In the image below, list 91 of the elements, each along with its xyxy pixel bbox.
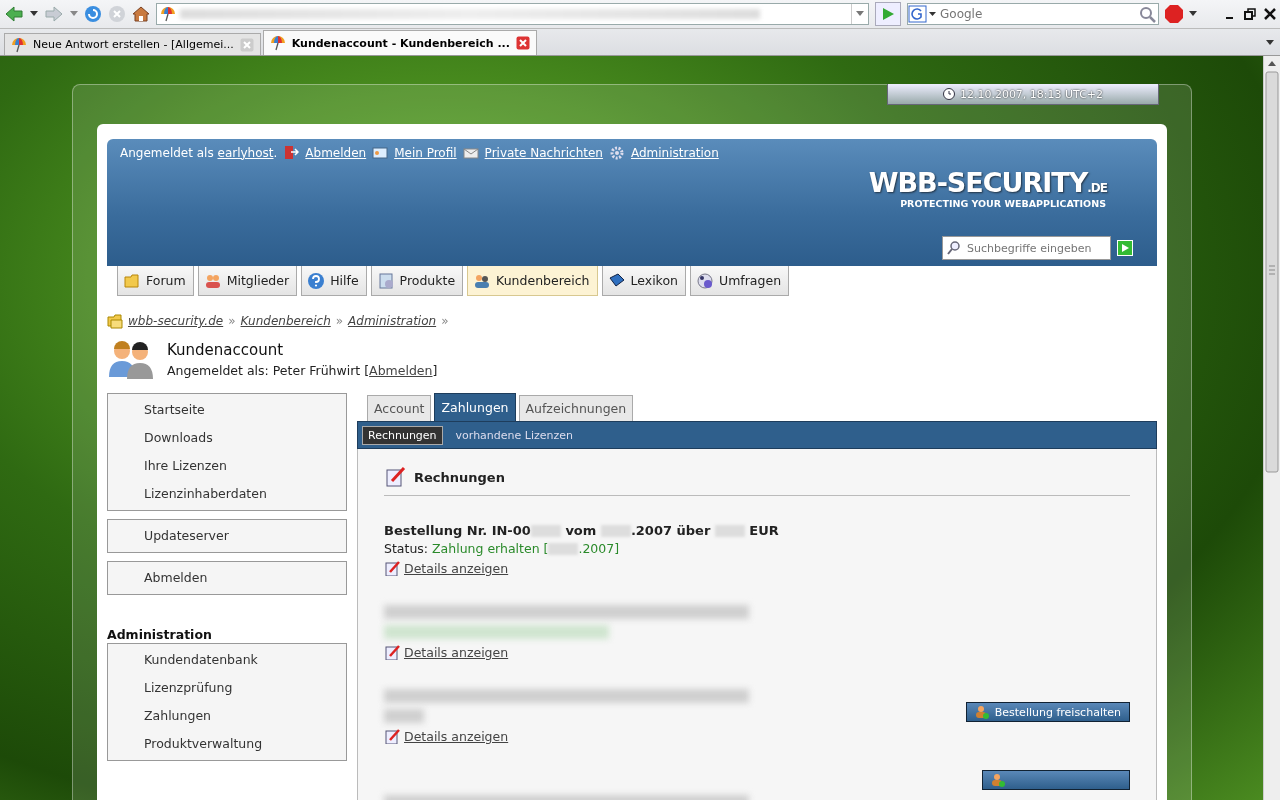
notepad-icon [384, 467, 406, 487]
play-icon [1121, 244, 1129, 252]
browser-tab[interactable]: Kundenaccount - Kundenbereich ... [262, 30, 537, 55]
address-field[interactable] [156, 3, 869, 25]
redacted-text [384, 709, 424, 723]
umbrella-icon [269, 35, 286, 51]
home-icon[interactable] [132, 5, 150, 23]
sidebar-item[interactable]: Abmelden [108, 564, 346, 592]
nav-tab[interactable]: Umfragen [690, 266, 790, 296]
sidebar-item[interactable]: Zahlungen [108, 702, 346, 730]
tab[interactable]: Aufzeichnungen [518, 395, 634, 421]
notepad-icon [384, 560, 400, 576]
redacted-text [600, 525, 631, 537]
notepad-icon [384, 728, 400, 744]
logout-icon [283, 145, 300, 160]
sidebar-item[interactable]: Startseite [108, 396, 346, 424]
restore-icon[interactable] [1244, 8, 1256, 20]
details-link[interactable]: Details anzeigen [404, 644, 509, 660]
umbrella-icon [11, 36, 27, 53]
unlock-order-button[interactable]: Bestellung freischalten [965, 702, 1130, 722]
search-icon[interactable] [1138, 5, 1158, 23]
sidebar-item[interactable]: Downloads [108, 424, 346, 452]
play-icon [882, 8, 894, 20]
notepad-icon [384, 644, 400, 660]
reload-icon[interactable] [84, 5, 102, 23]
order-line: Status: Zahlung erhalten [ .2007] [384, 540, 621, 558]
stop-sign-icon[interactable] [1165, 5, 1183, 23]
help-icon [307, 271, 326, 290]
profile-card-icon [372, 145, 389, 160]
search-button[interactable] [1117, 240, 1133, 256]
users-icon [107, 339, 155, 379]
breadcrumb-separator: » [228, 314, 236, 328]
sidebar-item[interactable]: Ihre Lizenzen [108, 452, 346, 480]
nav-tab[interactable]: Kundenbereich [467, 266, 598, 296]
header-link[interactable]: Private Nachrichten [484, 145, 603, 160]
header-link[interactable]: Abmelden [305, 145, 367, 160]
dropdown-icon[interactable] [1189, 11, 1197, 17]
redacted-text [530, 525, 561, 537]
redacted-text [714, 525, 745, 537]
logout-link[interactable]: Abmelden [369, 362, 433, 378]
details-link[interactable]: Details anzeigen [404, 560, 509, 576]
subtab[interactable]: vorhandene Lizenzen [450, 426, 579, 444]
user-add-icon [974, 705, 989, 719]
close-icon[interactable] [1264, 8, 1276, 20]
clock-text: 12.10.2007, 18:13 UTC+2 [959, 87, 1104, 101]
header-link[interactable]: Mein Profil [394, 145, 457, 160]
sidebar-item[interactable]: Lizenzinhaberdaten [108, 480, 346, 508]
order-line: Bestellung Nr. IN-00 vom .2007 über EUR [384, 522, 779, 540]
nav-tab[interactable]: Lexikon [601, 266, 686, 296]
subtab[interactable]: Rechnungen [362, 425, 443, 445]
redacted-text [548, 543, 579, 555]
details-link[interactable]: Details anzeigen [404, 728, 509, 744]
breadcrumb-link[interactable]: wbb-security.de [128, 314, 224, 328]
tab[interactable]: Account [367, 395, 432, 421]
sidebar-item[interactable]: Updateserver [108, 522, 346, 550]
sidebar-item[interactable]: Kundendatenbank [108, 646, 346, 674]
page-title: Kundenaccount [167, 340, 285, 359]
back-icon[interactable] [4, 5, 24, 23]
header-link[interactable]: Administration [630, 145, 719, 160]
username-link[interactable]: earlyhost [217, 145, 274, 160]
envelope-icon [462, 145, 479, 160]
umbrella-icon [160, 6, 176, 22]
gear-icon [608, 145, 625, 160]
tab[interactable]: Zahlungen [434, 393, 516, 421]
go-button[interactable] [875, 2, 901, 26]
user-add-icon [991, 773, 1005, 787]
folder-icon [123, 271, 141, 290]
login-status: Angemeldet als earlyhost. [120, 145, 278, 160]
breadcrumb-link[interactable]: Kundenbereich [240, 314, 331, 328]
nav-tab[interactable]: Hilfe [301, 266, 367, 296]
search-field[interactable]: Suchbegriffe eingeben [942, 236, 1111, 260]
nav-tab[interactable]: Produkte [370, 266, 464, 296]
unlock-order-button[interactable] [982, 770, 1130, 790]
sidebar-heading: Administration [107, 627, 213, 642]
nav-tab[interactable]: Forum [117, 266, 194, 296]
dropdown-icon[interactable] [30, 11, 38, 17]
breadcrumb-separator: » [441, 314, 449, 328]
breadcrumb-link[interactable]: Administration [348, 314, 437, 328]
search-engine-icon[interactable] [908, 5, 938, 23]
breadcrumb-separator: » [335, 314, 344, 328]
section-title: Rechnungen [414, 469, 505, 485]
search-field[interactable]: Google [907, 3, 1159, 25]
clock-icon [942, 88, 955, 100]
site-logo[interactable]: WBB-SECURITY.DE PROTECTING YOUR WEBAPPLICATIONS [868, 167, 1107, 209]
folders-icon [107, 313, 123, 329]
sidebar-item[interactable]: Produktverwaltung [108, 730, 346, 758]
login-status: Angemeldet als: Peter Frühwirt [Abmelden] [167, 362, 438, 378]
search-icon [946, 240, 962, 256]
browser-tab[interactable]: Neue Antwort erstellen - [Allgemei... [4, 33, 261, 55]
sidebar-item[interactable]: Lizenzprüfung [108, 674, 346, 702]
nav-tab[interactable]: Mitglieder [197, 266, 298, 296]
